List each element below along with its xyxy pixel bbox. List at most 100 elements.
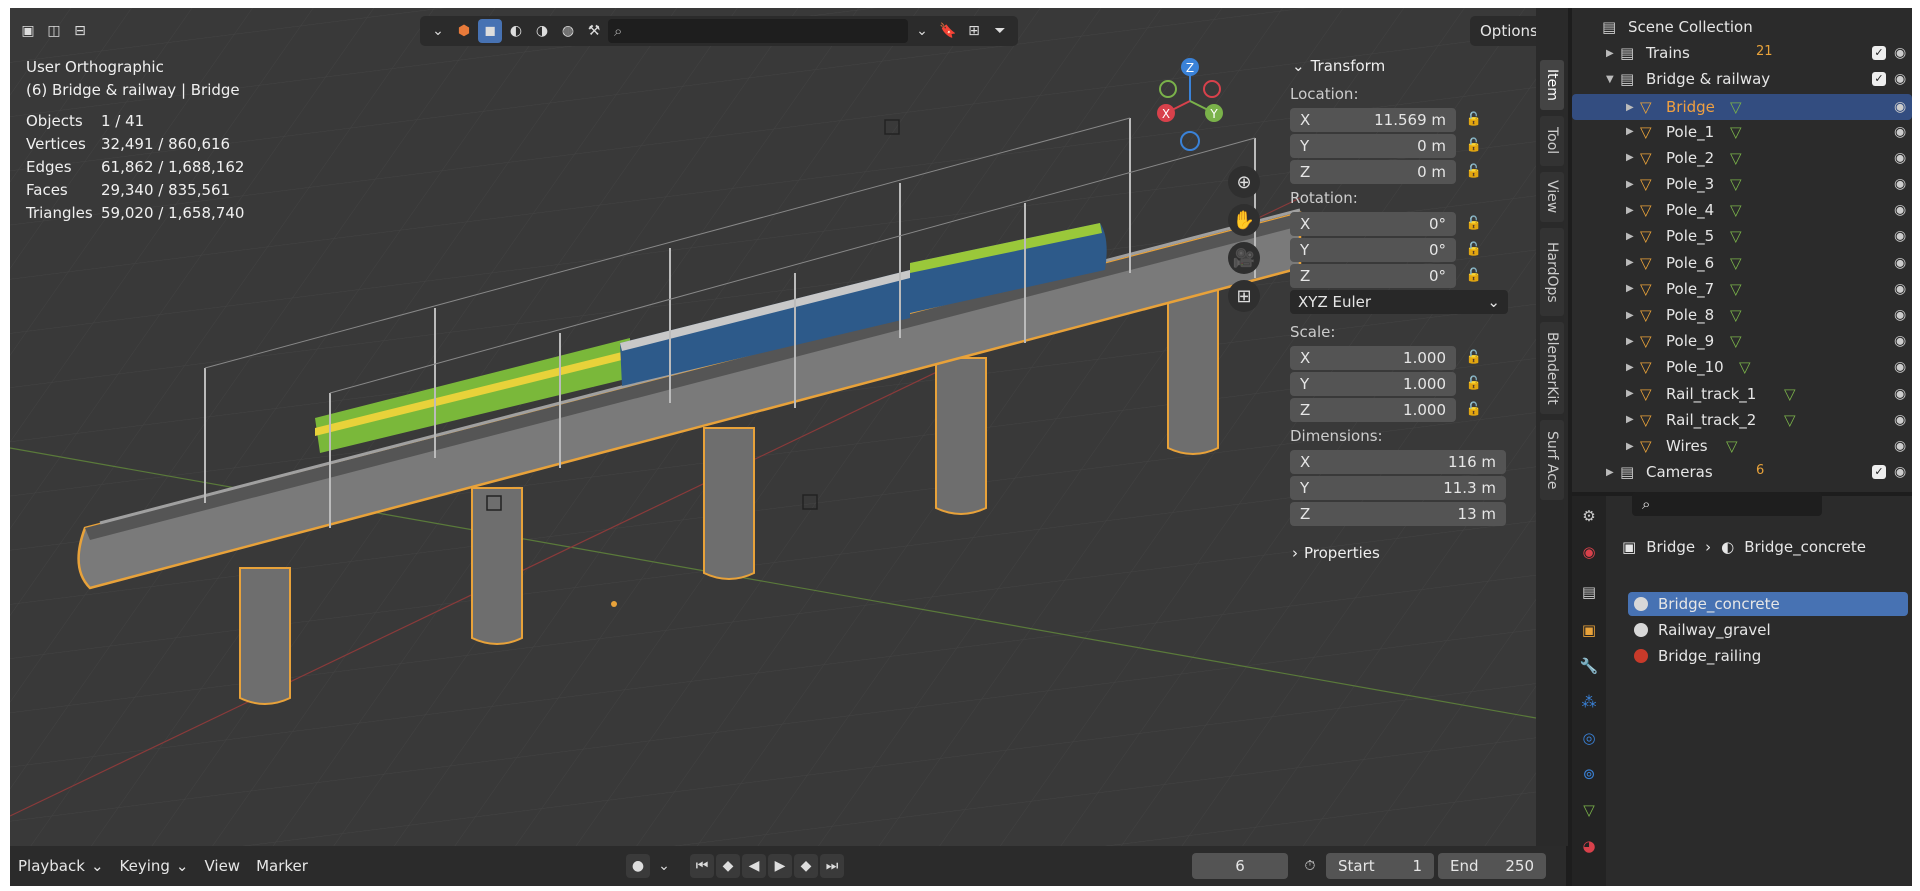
lock-icon[interactable]: 🔓 — [1456, 350, 1492, 365]
data-mesh-icon[interactable]: ▽ — [1579, 800, 1599, 820]
zoom-icon[interactable]: ⊕ — [1228, 166, 1260, 198]
dimensions-x-field[interactable]: X 116 m — [1290, 449, 1506, 474]
tab-tool[interactable]: Tool — [1540, 116, 1564, 166]
eye-icon[interactable]: ◉ — [1894, 412, 1906, 428]
play-reverse-icon[interactable]: ◀ — [742, 854, 766, 878]
chevron-down-icon[interactable]: ⌄ — [426, 19, 450, 43]
shading-solid-icon[interactable]: ◼ — [478, 19, 502, 43]
jump-start-icon[interactable]: ⏮ — [690, 854, 714, 878]
overlay-color-icon[interactable]: ⬢ — [452, 19, 476, 43]
mesh-data-icon[interactable]: ▽ — [1730, 149, 1748, 167]
select-subtract-icon[interactable]: ⊟ — [68, 19, 92, 43]
expand-right-icon[interactable]: ▶ — [1626, 362, 1634, 373]
outliner-row[interactable]: ▶ ▽ Pole_5 ▽ ◉ — [1572, 223, 1912, 249]
dropdown-icon[interactable]: ⌄ — [910, 19, 934, 43]
physics-icon[interactable]: ◎ — [1579, 728, 1599, 748]
object-icon[interactable]: ▣ — [1579, 620, 1599, 640]
select-box-icon[interactable]: ▣ — [16, 19, 40, 43]
particles-icon[interactable]: ⁂ — [1579, 692, 1599, 712]
jump-end-icon[interactable]: ⏭ — [820, 854, 844, 878]
wrench-icon[interactable]: 🔧 — [1579, 656, 1599, 676]
outliner-row[interactable]: ▶ ▽ Pole_1 ▽ ◉ — [1572, 119, 1912, 145]
eye-icon[interactable]: ◉ — [1894, 386, 1906, 402]
lock-icon[interactable]: 🔓 — [1456, 402, 1492, 417]
material-slot[interactable]: Bridge_concrete — [1628, 592, 1908, 616]
marker-menu[interactable]: Marker — [248, 852, 316, 880]
location-x-field[interactable]: X 11.569 m — [1290, 107, 1456, 132]
outliner-row[interactable]: ▶ ▽ Wires ▽ ◉ — [1572, 433, 1912, 459]
options-button[interactable]: Options⌄ — [1470, 16, 1536, 46]
scene-collection-row[interactable]: ▤ Scene Collection — [1572, 14, 1912, 40]
world-icon[interactable]: ◍ — [556, 19, 580, 43]
lock-icon[interactable]: 🔓 — [1456, 268, 1492, 283]
scale-y-field[interactable]: Y 1.000 — [1290, 371, 1456, 396]
expand-right-icon[interactable]: ▶ — [1626, 179, 1634, 190]
expand-right-icon[interactable]: ▶ — [1626, 310, 1634, 321]
eye-icon[interactable]: ◉ — [1894, 99, 1906, 115]
mesh-data-icon[interactable]: ▽ — [1730, 98, 1748, 116]
location-z-field[interactable]: Z0 m — [1290, 159, 1456, 184]
camera-view-icon[interactable]: 🎥 — [1228, 242, 1260, 274]
navigation-gizmo[interactable]: Z X Y — [1150, 53, 1230, 163]
3d-viewport[interactable]: ▣ ◫ ⊟ ⌄ ⬢ ◼ ◐ ◑ ◍ ⚒ ⌕ ⌄ 🔖 ⊞ ⏷ Options⌄ — [10, 8, 1536, 846]
rotation-mode-select[interactable]: XYZ Euler ⌄ — [1290, 290, 1508, 314]
eye-icon[interactable]: ◉ — [1894, 176, 1906, 192]
chevron-down-icon[interactable]: ⌄ — [652, 854, 676, 878]
shading-render-icon[interactable]: ◑ — [530, 19, 554, 43]
scene-icon[interactable]: ◉ — [1579, 542, 1599, 562]
dimensions-y-field[interactable]: Y 11.3 m — [1290, 475, 1506, 500]
lock-icon[interactable]: 🔓 — [1456, 216, 1492, 231]
expand-right-icon[interactable]: ▶ — [1626, 388, 1634, 399]
outliner-row[interactable]: ▶ ▽ Pole_4 ▽ ◉ — [1572, 197, 1912, 223]
eye-icon[interactable]: ◉ — [1894, 307, 1906, 323]
expand-right-icon[interactable]: ▶ — [1626, 231, 1634, 242]
prev-key-icon[interactable]: ◆ — [716, 854, 740, 878]
scale-x-field[interactable]: X 1.000 — [1290, 345, 1456, 370]
location-y-field[interactable]: Y0 m — [1290, 133, 1456, 158]
mesh-data-icon[interactable]: ▽ — [1726, 437, 1744, 455]
brush-icon[interactable]: ⚒ — [582, 19, 606, 43]
expand-right-icon[interactable]: ▶ — [1606, 467, 1614, 478]
ortho-grid-icon[interactable]: ⊞ — [1228, 280, 1260, 312]
play-icon[interactable]: ▶ — [768, 854, 792, 878]
select-extend-icon[interactable]: ◫ — [42, 19, 66, 43]
outliner-row[interactable]: ▶ ▤ Trains 21 ✓ ◉ — [1572, 40, 1912, 66]
mesh-data-icon[interactable]: ▽ — [1730, 123, 1748, 141]
collection-icon[interactable]: ▤ — [1579, 582, 1599, 602]
exclude-checkbox[interactable]: ✓ — [1872, 465, 1886, 480]
tab-surf-ace[interactable]: Surf Ace — [1540, 420, 1564, 500]
mesh-data-icon[interactable]: ▽ — [1739, 358, 1757, 376]
expand-right-icon[interactable]: ▶ — [1606, 48, 1614, 59]
material-slot[interactable]: Bridge_railing — [1628, 644, 1908, 668]
eye-icon[interactable]: ◉ — [1894, 124, 1906, 140]
lock-icon[interactable]: 🔓 — [1456, 242, 1492, 257]
bookmark-icon[interactable]: 🔖 — [936, 19, 960, 43]
pan-hand-icon[interactable]: ✋ — [1228, 204, 1260, 236]
expand-right-icon[interactable]: ▶ — [1626, 257, 1634, 268]
expand-right-icon[interactable]: ▶ — [1626, 205, 1634, 216]
lock-icon[interactable]: 🔓 — [1456, 138, 1492, 153]
eye-icon[interactable]: ◉ — [1894, 333, 1906, 349]
shading-material-icon[interactable]: ◐ — [504, 19, 528, 43]
outliner-row[interactable]: ▶ ▽ Pole_9 ▽ ◉ — [1572, 328, 1912, 354]
expand-right-icon[interactable]: ▶ — [1626, 283, 1634, 294]
rotation-z-field[interactable]: Z 0° — [1290, 263, 1456, 288]
tab-item[interactable]: Item — [1540, 60, 1564, 110]
mesh-data-icon[interactable]: ▽ — [1730, 201, 1748, 219]
stopwatch-icon[interactable]: ⏱ — [1298, 854, 1322, 878]
outliner-row[interactable]: ▶ ▽ Bridge ▽ ◉ — [1572, 94, 1912, 121]
outliner-row[interactable]: ▶ ▽ Pole_6 ▽ ◉ — [1572, 250, 1912, 276]
outliner-row[interactable]: ▶ ▽ Rail_track_2 ▽ ◉ — [1572, 407, 1912, 433]
lock-icon[interactable]: 🔓 — [1456, 376, 1492, 391]
exclude-checkbox[interactable]: ✓ — [1872, 46, 1886, 60]
eye-icon[interactable]: ◉ — [1894, 71, 1906, 87]
dimensions-z-field[interactable]: Z 13 m — [1290, 501, 1506, 526]
mesh-data-icon[interactable]: ▽ — [1784, 385, 1802, 403]
next-key-icon[interactable]: ◆ — [794, 854, 818, 878]
properties-search-input[interactable]: ⌕ — [1632, 492, 1822, 516]
expand-down-icon[interactable]: ▼ — [1606, 74, 1614, 85]
properties-header[interactable]: › Properties — [1290, 539, 1530, 567]
eye-icon[interactable]: ◉ — [1894, 281, 1906, 297]
mesh-data-icon[interactable]: ▽ — [1730, 332, 1748, 350]
mesh-data-icon[interactable]: ▽ — [1730, 227, 1748, 245]
